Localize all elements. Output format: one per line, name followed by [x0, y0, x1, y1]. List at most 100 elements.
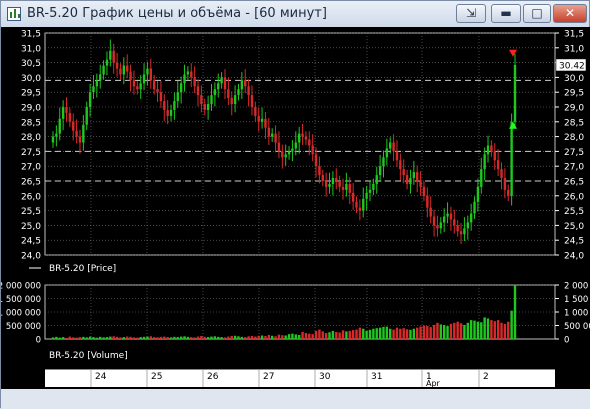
maximize-button[interactable]: □ [523, 4, 551, 23]
volume-bar [82, 336, 85, 339]
volume-bar [237, 336, 240, 339]
price-tick-label-right: 28,5 [564, 118, 584, 128]
volume-bar [318, 329, 321, 339]
volume-bar [368, 329, 372, 339]
price-candle [220, 77, 223, 84]
volume-bar [456, 321, 459, 339]
price-candle [99, 74, 102, 81]
price-candle [442, 216, 446, 223]
volume-bar [405, 329, 409, 339]
volume-bar [449, 323, 453, 339]
price-candle [237, 89, 240, 96]
volume-bar [375, 328, 378, 339]
title-bar[interactable]: BR-5.20 График цены и объёма - [60 минут… [1, 1, 589, 27]
volume-bar [220, 337, 223, 339]
volume-bar [402, 328, 405, 339]
price-candle [149, 68, 152, 81]
price-candle [166, 109, 169, 116]
price-tick-label-left: 25,0 [21, 222, 41, 232]
price-candle [240, 80, 244, 90]
price-candle [244, 80, 247, 87]
price-candle [267, 127, 271, 137]
price-candle [119, 68, 122, 75]
price-candle [341, 186, 345, 190]
volume-bar [139, 337, 142, 339]
price-candle [402, 169, 405, 176]
volume-bar [510, 310, 513, 339]
volume-bar [92, 337, 95, 339]
volume-bar [61, 337, 65, 339]
volume-bar [254, 336, 257, 339]
price-tick-label-right: 28,0 [564, 133, 584, 143]
price-candle [264, 118, 267, 128]
price-candle [382, 157, 385, 167]
price-candle [324, 181, 328, 187]
price-candle [348, 183, 351, 193]
price-candle [85, 107, 88, 125]
price-candle [281, 151, 284, 158]
price-candle [250, 95, 254, 107]
price-tick-label-right: 30,0 [564, 74, 584, 84]
volume-bar [68, 336, 72, 339]
volume-bar [55, 336, 58, 339]
close-button[interactable]: ✕ [553, 4, 587, 23]
price-tick-label-right: 27,5 [564, 148, 584, 158]
sell-marker-icon [509, 49, 517, 57]
price-candle [351, 192, 355, 202]
price-candle [193, 77, 196, 87]
volume-bar [426, 326, 429, 339]
price-tick-label-right: 31,5 [564, 30, 584, 40]
price-candle [486, 145, 490, 155]
price-candle [297, 133, 301, 143]
volume-bar [112, 336, 115, 339]
volume-tick-label-right: 500 000 [564, 322, 590, 332]
price-candle [68, 112, 72, 122]
window-bottom-bar [1, 389, 590, 409]
price-candle [203, 104, 206, 110]
price-candle [125, 65, 129, 72]
price-candle [426, 195, 429, 208]
price-tick-label-right: 27,0 [564, 163, 584, 173]
price-candle [122, 65, 126, 75]
price-candle [429, 207, 432, 217]
price-grid [44, 32, 556, 256]
price-candle [183, 74, 186, 84]
volume-bar [119, 337, 122, 339]
price-tick-label-right: 26,0 [564, 192, 584, 202]
price-candle [500, 169, 503, 179]
volume-bar [345, 331, 348, 339]
price-candle [152, 80, 156, 90]
volume-bar [331, 330, 335, 339]
chart-area[interactable]: 31,531,531,031,030,530,530,030,029,529,5… [0, 27, 590, 402]
price-candle [233, 95, 237, 105]
restore-layout-button[interactable]: ⇲ [456, 4, 486, 23]
price-candle [284, 154, 287, 158]
volume-bar [125, 336, 129, 339]
price-candle [169, 109, 173, 116]
price-candle [436, 225, 439, 229]
price-candle [507, 189, 510, 196]
price-candle [432, 216, 436, 226]
volume-bar [196, 336, 200, 339]
volume-bar [260, 335, 264, 339]
time-axis-label: 27 [263, 372, 274, 382]
volume-bar [230, 336, 233, 339]
price-legend-label: BR-5.20 [Price] [49, 264, 116, 274]
volume-bar [129, 336, 132, 339]
time-axis-label: 2 [483, 372, 489, 382]
price-candle [301, 133, 304, 137]
minimize-button[interactable]: ▬ [491, 4, 521, 23]
price-candle [483, 154, 486, 170]
price-volume-chart[interactable]: 31,531,531,031,030,530,530,030,029,529,5… [0, 27, 590, 369]
time-axis-month-label: Apr [426, 379, 441, 387]
price-tick-label-right: 24,5 [564, 237, 584, 247]
price-candle [105, 59, 109, 66]
volume-bar [308, 333, 311, 339]
volume-legend-label: BR-5.20 [Volume] [49, 351, 128, 361]
volume-bar [277, 334, 281, 339]
time-axis-label: 31 [371, 372, 382, 382]
volume-bar [496, 320, 500, 339]
price-candle [419, 181, 422, 187]
price-candle [136, 86, 139, 90]
volume-bar [351, 330, 355, 339]
